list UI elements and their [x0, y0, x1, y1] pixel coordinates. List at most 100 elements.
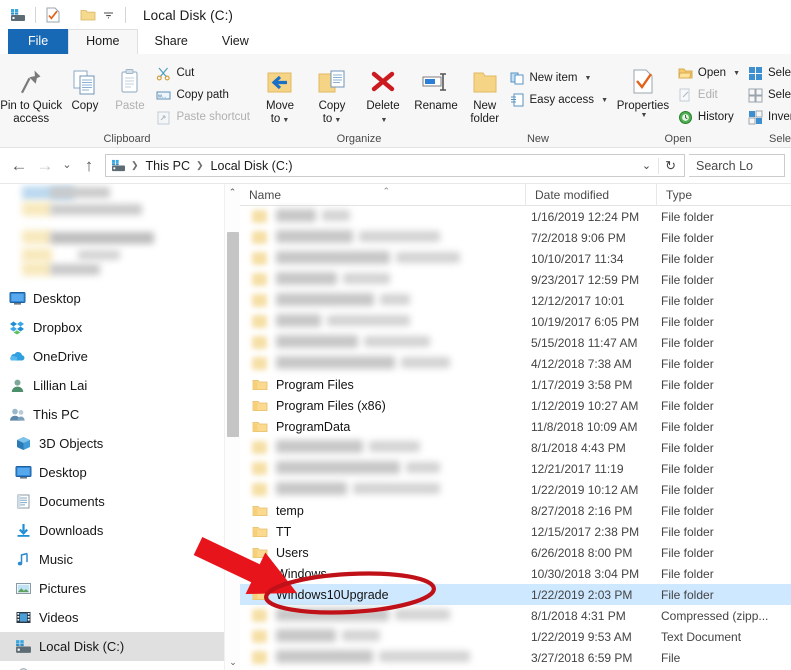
sidebar-item-local-disk-c[interactable]: Local Disk (C:): [0, 632, 240, 661]
table-row[interactable]: Program Files 1/17/2019 3:58 PM File folde…: [240, 374, 791, 395]
column-header-type[interactable]: Type: [656, 184, 776, 206]
delete-button[interactable]: Delete ▼: [358, 58, 408, 127]
table-row[interactable]: 4/12/2018 7:38 AM File folder: [240, 353, 791, 374]
invert-selection-button[interactable]: Invert s: [744, 107, 791, 127]
table-row[interactable]: Program Files (x86) 1/12/2019 10:27 AM Fil…: [240, 395, 791, 416]
folder-icon: [252, 546, 269, 560]
redacted-file-icon: [252, 315, 269, 328]
sidebar-item-this-pc[interactable]: This PC: [0, 400, 240, 429]
sidebar-item-dvd-rw-drive-d[interactable]: DVD RW Drive (D:): [0, 661, 240, 670]
table-row[interactable]: temp 8/27/2018 2:16 PM File folder: [240, 500, 791, 521]
sidebar-item-desktop[interactable]: Desktop: [0, 284, 240, 313]
paste-shortcut-button[interactable]: Paste shortcut: [152, 107, 254, 127]
copy-to-button[interactable]: Copy to ▼: [306, 58, 358, 127]
sidebar-item-dropbox[interactable]: Dropbox: [0, 313, 240, 342]
title-bar: Local Disk (C:): [0, 0, 791, 30]
sidebar-item-lillian-lai[interactable]: Lillian Lai: [0, 371, 240, 400]
drive-icon[interactable]: [8, 6, 28, 24]
select-all-button[interactable]: Select: [744, 63, 791, 83]
nav-scroll-thumb[interactable]: [227, 232, 239, 437]
forward-button[interactable]: →: [32, 153, 58, 179]
tab-view[interactable]: View: [205, 30, 266, 54]
3dobjects-icon: [12, 436, 34, 451]
paste-shortcut-icon: [157, 111, 170, 124]
select-none-button[interactable]: Select: [744, 85, 791, 105]
up-button[interactable]: ↑: [76, 153, 102, 179]
nav-scrollbar[interactable]: ⌃ ⌄: [224, 184, 240, 670]
paste-button[interactable]: Paste: [107, 58, 152, 113]
breadcrumb-this-pc[interactable]: This PC: [143, 159, 193, 173]
address-dropdown-icon[interactable]: ⌄: [635, 159, 658, 172]
table-row[interactable]: 1/22/2019 10:12 AM File folder: [240, 479, 791, 500]
table-row[interactable]: 3/27/2018 6:59 PM File: [240, 647, 791, 668]
recent-locations-button[interactable]: ⌄: [58, 153, 76, 179]
history-button[interactable]: History: [674, 107, 744, 127]
breadcrumb-bar[interactable]: ❯ This PC ❯ Local Disk (C:) ⌄ ↻: [105, 154, 685, 177]
chevron-down-icon[interactable]: [98, 6, 118, 24]
folder-icon: [252, 547, 268, 558]
file-name: temp: [276, 503, 304, 518]
sidebar-item-3d-objects[interactable]: 3D Objects: [0, 429, 240, 458]
table-row[interactable]: TT 12/15/2017 2:38 PM File folder: [240, 521, 791, 542]
sidebar-item-label: Desktop: [33, 291, 81, 306]
properties-button[interactable]: Properties ▼: [612, 58, 674, 119]
breadcrumb-separator[interactable]: ❯: [128, 160, 143, 171]
documents-icon: [12, 494, 34, 509]
pin-label-1: Pin to Quick: [0, 100, 63, 112]
table-row[interactable]: 10/10/2017 11:34 File folder: [240, 248, 791, 269]
sidebar-item-pictures[interactable]: Pictures: [0, 574, 240, 603]
table-row[interactable]: 10/19/2017 6:05 PM File folder: [240, 311, 791, 332]
pin-to-quick-access-button[interactable]: Pin to Quick access: [0, 58, 62, 125]
open-button[interactable]: Open ▼: [674, 63, 744, 83]
move-to-button[interactable]: Move to ▼: [254, 58, 306, 127]
table-row[interactable]: 8/1/2018 4:31 PM Compressed (zipp...: [240, 605, 791, 626]
table-row[interactable]: 9/23/2017 12:59 PM File folder: [240, 269, 791, 290]
scroll-up-icon[interactable]: ⌃: [225, 184, 240, 201]
sidebar-item-label: Local Disk (C:): [39, 639, 125, 654]
new-folder-button[interactable]: New folder: [464, 58, 506, 125]
ribbon-group-clipboard: Pin to Quick access Copy Paste Cut w... …: [0, 54, 254, 147]
edit-button[interactable]: Edit: [674, 85, 744, 105]
folder-icon[interactable]: [78, 6, 98, 24]
sidebar-item-music[interactable]: Music: [0, 545, 240, 574]
table-row[interactable]: 12/21/2017 11:19 File folder: [240, 458, 791, 479]
copy-button[interactable]: Copy: [62, 58, 107, 113]
scroll-down-icon[interactable]: ⌄: [225, 654, 240, 670]
sidebar-item-onedrive[interactable]: OneDrive: [0, 342, 240, 371]
column-header-date-modified[interactable]: Date modified: [525, 184, 656, 206]
table-row[interactable]: 7/2/2018 9:06 PM File folder: [240, 227, 791, 248]
cut-button[interactable]: Cut: [152, 63, 254, 83]
table-row[interactable]: 5/15/2018 11:47 AM File folder: [240, 332, 791, 353]
properties-icon[interactable]: [43, 6, 63, 24]
table-row[interactable]: 8/1/2018 4:43 PM File folder: [240, 437, 791, 458]
sidebar-item-downloads[interactable]: Downloads: [0, 516, 240, 545]
table-row[interactable]: Windows10Upgrade 1/22/2019 2:03 PM File fo…: [240, 584, 791, 605]
table-row[interactable]: 1/16/2019 12:24 PM File folder: [240, 206, 791, 227]
sidebar-item-documents[interactable]: Documents: [0, 487, 240, 516]
column-header-name[interactable]: Name ⌃: [240, 184, 525, 206]
tab-file[interactable]: File: [8, 29, 69, 54]
redacted-text-chip: [276, 209, 316, 222]
tab-share[interactable]: Share: [138, 30, 205, 54]
copy-path-button[interactable]: w... Copy path: [152, 85, 254, 105]
edit-icon: [679, 88, 690, 101]
table-row[interactable]: 12/12/2017 10:01 File folder: [240, 290, 791, 311]
sidebar-item-videos[interactable]: Videos: [0, 603, 240, 632]
back-button[interactable]: ←: [6, 153, 32, 179]
search-input[interactable]: Search Lo: [689, 154, 785, 177]
paste-label: Paste: [115, 100, 145, 112]
table-row[interactable]: Windows 10/30/2018 3:04 PM File folder: [240, 563, 791, 584]
sidebar-item-label: Downloads: [39, 523, 104, 538]
easy-access-button[interactable]: Easy access ▼: [506, 90, 613, 110]
breadcrumb-separator[interactable]: ❯: [193, 160, 208, 171]
rename-button[interactable]: Rename: [408, 58, 464, 113]
refresh-icon[interactable]: ↻: [658, 157, 682, 174]
tab-home[interactable]: Home: [68, 29, 138, 54]
new-item-button[interactable]: New item ▼: [506, 68, 613, 88]
table-row[interactable]: Users 6/26/2018 8:00 PM File folder: [240, 542, 791, 563]
breadcrumb-local-disk[interactable]: Local Disk (C:): [208, 159, 296, 173]
table-row[interactable]: ProgramData 11/8/2018 10:09 AM File folder: [240, 416, 791, 437]
sidebar-item-desktop[interactable]: Desktop: [0, 458, 240, 487]
table-row[interactable]: 1/22/2019 9:53 AM Text Document: [240, 626, 791, 647]
redacted-text-chip: [327, 315, 410, 326]
